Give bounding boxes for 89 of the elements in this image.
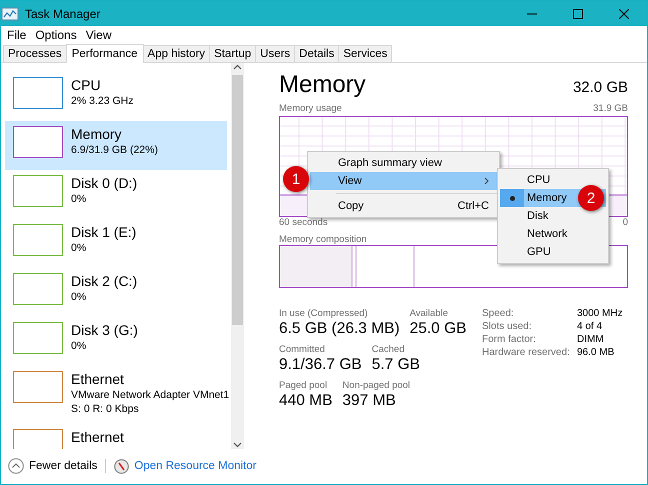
stat-value: 9.1/36.7 GB — [279, 356, 362, 374]
sidebar-item[interactable]: Memory 6.9/31.9 GB (22%) — [5, 121, 227, 170]
item-detail: 0% — [71, 241, 88, 255]
sidebar-item[interactable]: Disk 3 (G:) 0% — [5, 317, 227, 366]
spec-label: Speed: — [482, 308, 515, 319]
spec-value: DIMM — [577, 334, 605, 345]
item-name: Disk 0 (D:) — [71, 175, 138, 192]
panel-title: Memory — [279, 71, 366, 99]
sidebar-item[interactable]: Disk 1 (E:) 0% — [5, 219, 227, 268]
item-detail: 2% 3.23 GHz — [71, 94, 134, 108]
item-name: Ethernet — [71, 429, 124, 446]
item-label: Network — [527, 228, 568, 240]
menu-item[interactable]: View — [310, 172, 497, 190]
spec-value: 3000 MHz — [577, 308, 623, 319]
item-name: Memory — [71, 126, 123, 143]
tab[interactable]: Processes — [3, 45, 67, 62]
time-axis-end: 0 — [622, 217, 628, 228]
graph-label: Memory composition — [279, 234, 368, 245]
item-name: CPU — [71, 77, 102, 94]
submenu-item[interactable]: GPU — [500, 243, 606, 261]
tab[interactable]: Users — [255, 45, 296, 62]
graph-max: 31.9 GB — [593, 103, 628, 114]
sidebar-item[interactable]: Ethernet — [5, 424, 227, 449]
scroll-thumb[interactable] — [232, 75, 243, 325]
collapse-icon[interactable] — [8, 458, 24, 474]
time-axis-start: 60 seconds — [279, 217, 328, 228]
shortcut-label: Ctrl+C — [458, 200, 489, 212]
stat-label: Available — [410, 308, 449, 319]
tab[interactable]: Details — [294, 45, 340, 62]
sidebar-item[interactable]: Disk 2 (C:) 0% — [5, 268, 227, 317]
menu-item[interactable]: Graph summary view — [310, 154, 497, 172]
menu-item[interactable]: Options — [31, 28, 82, 42]
tab[interactable]: Services — [338, 45, 392, 62]
tab[interactable]: Performance — [66, 44, 144, 63]
stat-value: 6.5 GB (26.3 MB) — [279, 320, 400, 338]
resource-monitor-link[interactable]: Open Resource Monitor — [134, 460, 256, 472]
stat-value: 5.7 GB — [372, 356, 420, 374]
item-label: Disk — [527, 210, 548, 222]
item-detail: 6.9/31.9 GB (22%) — [71, 143, 158, 157]
item-name: Disk 2 (C:) — [71, 273, 138, 290]
item-detail: 0% — [71, 339, 88, 353]
submenu-item[interactable]: Network — [500, 225, 606, 243]
item-label: Memory — [527, 192, 567, 204]
fewer-details-button[interactable]: Fewer details — [29, 460, 98, 472]
window-title: Task Manager — [25, 6, 100, 20]
gauge-icon — [114, 458, 130, 474]
scroll-down-icon[interactable] — [233, 440, 242, 449]
tab[interactable]: App history — [142, 45, 210, 62]
item-name: Disk 1 (E:) — [71, 224, 136, 241]
close-icon[interactable] — [619, 8, 629, 18]
item-name: Disk 3 (G:) — [71, 322, 138, 339]
menu-item[interactable]: View — [82, 28, 116, 42]
spec-value: 4 of 4 — [577, 321, 604, 332]
tab[interactable]: Startup — [209, 45, 256, 62]
maximize-icon[interactable] — [573, 8, 583, 18]
item-name: Ethernet — [71, 371, 125, 388]
item-label: Graph summary view — [338, 157, 442, 169]
stat-label: Non-paged pool — [342, 380, 410, 391]
sidebar-item[interactable]: Ethernet VMware Network Adapter VMnet1 S: 0 R: 0 Kbps — [5, 366, 227, 424]
stat-label: Committed — [279, 344, 326, 355]
stat-value: 25.0 GB — [410, 320, 466, 338]
spec-value: 96.0 MB — [577, 347, 616, 358]
chevron-right-icon — [484, 177, 489, 185]
spec-label: Hardware reserved: — [482, 347, 571, 358]
adapter-name: VMware Network Adapter VMnet1 — [71, 388, 230, 402]
graph-label: Memory usage — [279, 103, 342, 114]
spec-label: Form factor: — [482, 334, 537, 345]
spec-label: Slots used: — [482, 321, 532, 332]
stat-label: In use (Compressed) — [279, 308, 369, 319]
sidebar-item[interactable]: CPU 2% 3.23 GHz — [5, 72, 227, 121]
stat-value: 440 MB — [279, 392, 332, 410]
sidebar-item[interactable]: Disk 0 (D:) 0% — [5, 170, 227, 219]
stat-label: Paged pool — [279, 380, 328, 391]
stat-label: Cached — [372, 344, 406, 355]
item-label: View — [338, 175, 362, 187]
scrollbar[interactable] — [231, 63, 244, 449]
item-detail: 0% — [71, 290, 88, 304]
scroll-up-icon[interactable] — [233, 63, 242, 72]
menu-item[interactable]: Copy Ctrl+C — [310, 197, 497, 215]
item-label: CPU — [527, 174, 550, 186]
total-memory: 32.0 GB — [572, 79, 628, 96]
item-label: Copy — [338, 200, 364, 212]
item-detail: S: 0 R: 0 Kbps — [71, 402, 140, 416]
stat-value: 397 MB — [342, 392, 397, 410]
item-detail: 0% — [71, 192, 88, 206]
callout-badge: 1 — [283, 166, 309, 192]
item-label: GPU — [527, 246, 551, 258]
app-icon — [1, 6, 19, 20]
menu-item[interactable]: File — [3, 28, 32, 42]
